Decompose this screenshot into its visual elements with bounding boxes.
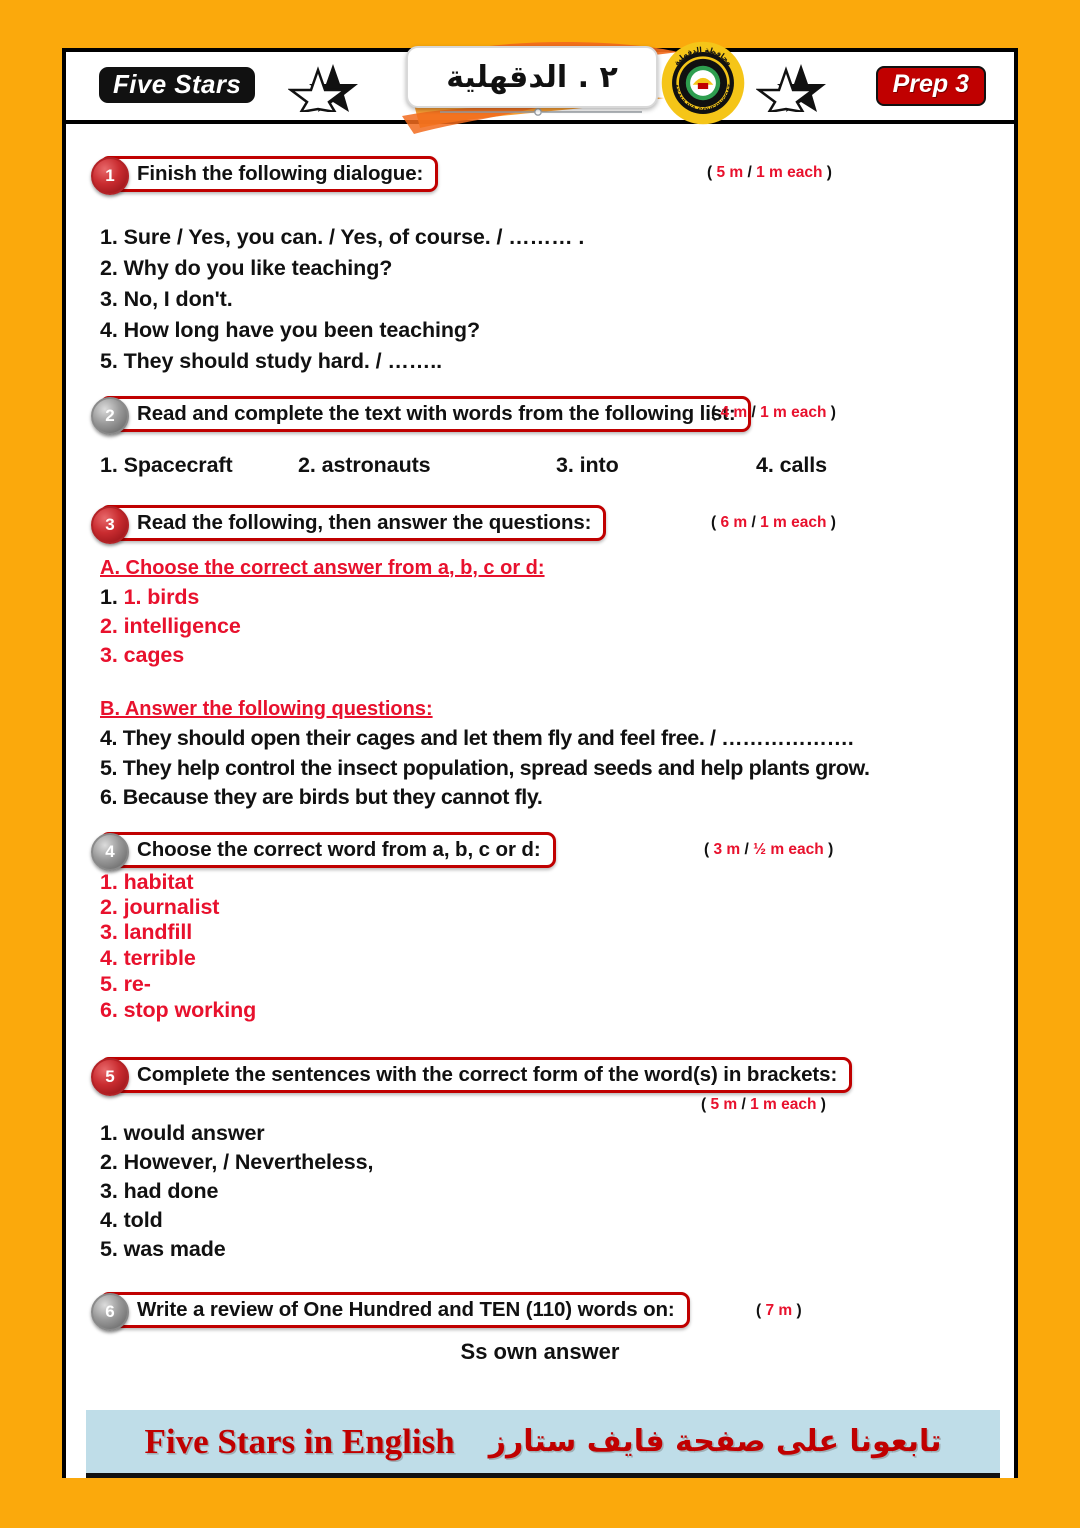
question-4-answer-5: 5. re- xyxy=(100,972,151,996)
question-3-answer-5: 5. They help control the insect populati… xyxy=(100,756,870,780)
question-6-prompt: Write a review of One Hundred and TEN (1… xyxy=(137,1298,675,1321)
question-4-number: 4 xyxy=(91,833,129,871)
question-4-answer-2: 2. journalist xyxy=(100,895,220,919)
stars-left-icon xyxy=(287,62,358,117)
page-body: 1 Finish the following dialogue: ( 5 m /… xyxy=(66,124,1014,1478)
question-3-marks: ( 6 m / 1 m each ) xyxy=(711,514,836,531)
question-4-answer-3: 3. landfill xyxy=(100,920,193,944)
question-4-header: 4 Choose the correct word from a, b, c o… xyxy=(91,832,556,871)
answer-text: 1. birds xyxy=(123,585,200,609)
question-2-marks: ( 4 m / 1 m each ) xyxy=(711,404,836,421)
question-1-answer-3: 3. No, I don't. xyxy=(100,287,233,311)
question-5-prompt: Complete the sentences with the correct … xyxy=(137,1063,838,1086)
question-1-answer-1: 1. Sure / Yes, you can. / Yes, of course… xyxy=(100,225,585,249)
question-5-header: 5 Complete the sentences with the correc… xyxy=(91,1057,853,1096)
answer-text: 3. cages xyxy=(100,643,185,667)
question-5-answer-4: 4. told xyxy=(100,1208,163,1232)
question-4-answer-6: 6. stop working xyxy=(100,998,257,1022)
question-2-word-4: 4. calls xyxy=(756,453,827,477)
footer-arabic-text: تابعونا على صفحة فايف ستارز xyxy=(488,1424,942,1459)
question-4-prompt: Choose the correct word from a, b, c or … xyxy=(137,838,541,861)
question-5-number: 5 xyxy=(91,1058,129,1096)
question-3-header: 3 Read the following, then answer the qu… xyxy=(91,505,607,544)
question-2-word-1: 1. Spacecraft xyxy=(100,453,233,477)
question-1-header: 1 Finish the following dialogue: xyxy=(91,156,439,195)
question-1-number: 1 xyxy=(91,157,129,195)
question-3-answer-2: 2. intelligence xyxy=(100,614,241,639)
page-header: Five Stars ٢ . الدقهلية محافظة الدقهلية … xyxy=(66,40,1014,134)
page-frame: Five Stars ٢ . الدقهلية محافظة الدقهلية … xyxy=(62,40,1018,1478)
dakahlia-governorate-seal-icon: محافظة الدقهلية DAKAHLIYA GOVERNORATE xyxy=(660,40,745,125)
answer-text: 2. intelligence xyxy=(100,614,241,638)
grade-badge: Prep 3 xyxy=(875,66,986,106)
question-1-answer-4: 4. How long have you been teaching? xyxy=(100,318,480,342)
stars-right-icon xyxy=(755,62,826,117)
question-2-number: 2 xyxy=(91,397,129,435)
question-6-marks: ( 7 m ) xyxy=(756,1302,802,1319)
question-3-answer-4: 4. They should open their cages and let … xyxy=(100,726,854,750)
question-5-answer-2: 2. However, / Nevertheless, xyxy=(100,1150,374,1174)
question-1-prompt: Finish the following dialogue: xyxy=(137,162,424,185)
question-1-answer-5: 5. They should study hard. / …….. xyxy=(100,349,442,373)
question-3-section-a-title: A. Choose the correct answer from a, b, … xyxy=(100,557,545,579)
question-3-section-b-title: B. Answer the following questions: xyxy=(100,698,433,720)
question-6-number: 6 xyxy=(91,1293,129,1331)
question-2-header: 2 Read and complete the text with words … xyxy=(91,396,751,435)
question-6-answer-note: Ss own answer xyxy=(460,1339,620,1364)
question-2-word-2: 2. astronauts xyxy=(298,453,431,477)
question-5-answer-1: 1. would answer xyxy=(100,1121,265,1145)
exam-title-arabic: ٢ . الدقهلية xyxy=(446,59,618,95)
question-3-number: 3 xyxy=(91,506,129,544)
question-3-prompt: Read the following, then answer the ques… xyxy=(137,511,592,534)
question-5-answer-3: 3. had done xyxy=(100,1179,219,1203)
question-1-answer-2: 2. Why do you like teaching? xyxy=(100,256,393,280)
question-2-word-3: 3. into xyxy=(556,453,619,477)
question-4-marks: ( 3 m / ½ m each ) xyxy=(704,841,834,858)
answer-index: 1. xyxy=(100,585,124,609)
question-2-prompt: Read and complete the text with words fr… xyxy=(137,402,736,425)
answer-key-page: Five Stars ٢ . الدقهلية محافظة الدقهلية … xyxy=(0,0,1080,1528)
question-3-answer-1: 1. 1. birds xyxy=(100,585,199,610)
exam-title-plate: ٢ . الدقهلية xyxy=(406,46,658,108)
footer-banner: Five Stars in English تابعونا على صفحة ف… xyxy=(86,1410,1000,1478)
question-6-header: 6 Write a review of One Hundred and TEN … xyxy=(91,1292,690,1331)
question-3-answer-3: 3. cages xyxy=(100,643,184,668)
footer-english-text: Five Stars in English xyxy=(144,1421,455,1461)
question-5-answer-5: 5. was made xyxy=(100,1237,226,1261)
brand-badge: Five Stars xyxy=(99,67,256,104)
question-1-marks: ( 5 m / 1 m each ) xyxy=(707,164,832,181)
question-3-answer-6: 6. Because they are birds but they canno… xyxy=(100,785,543,809)
question-4-answer-1: 1. habitat xyxy=(100,870,194,894)
question-4-answer-4: 4. terrible xyxy=(100,946,196,970)
question-5-marks: ( 5 m / 1 m each ) xyxy=(701,1096,826,1113)
